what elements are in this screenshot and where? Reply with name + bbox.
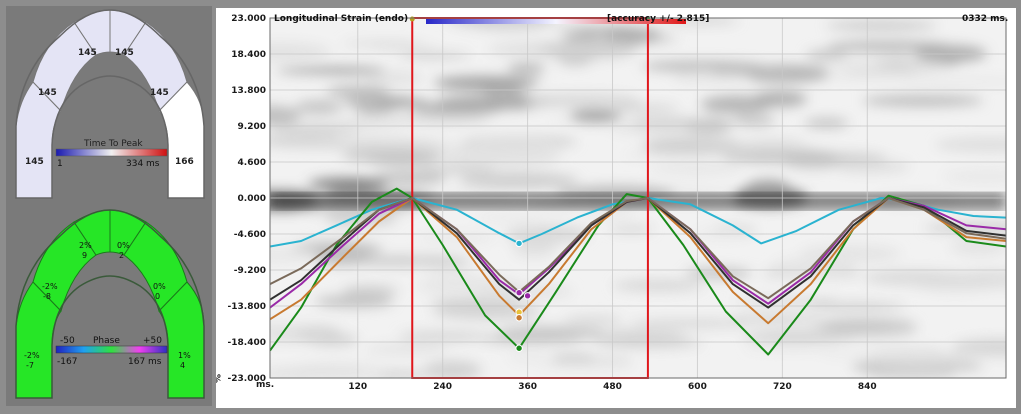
x-unit-label: ms. [256,380,274,390]
x-tick-label-2: 360 [518,382,537,392]
peak-marker-5 [523,292,532,300]
peak-marker-1 [515,288,523,297]
ttp-value-mid-right: 145 [150,88,169,98]
time-to-peak-map[interactable]: 145 145 145 145 145 166 Time To Peak 1 3… [0,0,216,414]
phase-value-apical-left-bottom: 9 [82,251,87,260]
phase-legend-max: 167 ms [128,357,162,367]
y-tick-label-0: 23.000 [231,14,266,24]
phase-value-mid-left-top: -2% [42,282,58,291]
ttp-legend-max: 334 ms [126,159,160,169]
y-tick-label-9: -18.400 [228,338,266,348]
y-tick-label-5: 0.000 [238,194,266,204]
ttp-value-apical-left: 145 [78,48,97,58]
time-readout: 0332 ms. [962,14,1008,24]
phase-value-basal-right-top: 1% [178,351,191,360]
phase-legend-bar [55,345,168,354]
y-tick-label-1: 18.400 [231,50,266,60]
selection-handle-left[interactable] [409,16,415,22]
phase-value-basal-left-top: -2% [24,351,40,360]
phase-value-apical-right-top: 0% [117,241,130,250]
x-tick-label-4: 600 [688,382,707,392]
y-tick-label-4: 4.600 [238,158,266,168]
y-tick-label-3: 9.200 [238,122,266,132]
strain-plot[interactable]: 23.000 18.400 13.800 9.200 4.600 0.000 -4.600 -… [216,8,1016,408]
x-tick-label-6: 840 [858,382,877,392]
phase-segments[interactable] [15,209,205,399]
ttp-value-mid-left: 145 [38,88,57,98]
accuracy-label: [accuracy +/- 2.815] [607,14,709,24]
phase-value-basal-left-bottom: -7 [26,361,34,370]
peak-marker-3 [515,314,523,322]
phase-value-apical-right-bottom: 2 [119,251,124,260]
x-tick-label-1: 240 [433,382,452,392]
phase-legend-title: Phase [93,336,120,346]
phase-legend-min-top: -50 [60,336,75,346]
ttp-legend-bar [55,148,168,157]
x-tick-label-0: 120 [348,382,367,392]
phase-value-mid-right-bottom: 0 [155,292,160,301]
phase-value-basal-right-bottom: 4 [180,361,185,370]
peak-marker-4 [515,344,523,352]
strain-analysis-window: 145 145 145 145 145 166 Time To Peak 1 3… [0,0,1021,414]
phase-legend-max-top: +50 [143,336,162,346]
ttp-legend-title: Time To Peak [83,139,143,149]
phase-value-mid-right-top: 0% [153,282,166,291]
x-tick-label-3: 480 [603,382,622,392]
y-tick-label-2: 13.800 [231,86,266,96]
y-tick-label-6: -4.600 [234,230,266,240]
phase-legend-min: -167 [57,357,77,367]
y-tick-label-8: -13.800 [228,302,266,312]
ttp-segments[interactable] [15,9,205,199]
peak-marker-0 [515,239,523,248]
x-tick-label-5: 720 [773,382,792,392]
phase-value-apical-left-top: 2% [79,241,92,250]
plot-title: Longitudinal Strain (endo) [274,14,408,24]
ttp-legend-min: 1 [57,159,63,169]
ttp-value-basal-left: 145 [25,157,44,167]
y-tick-label-7: -9.200 [234,266,266,276]
strain-mmode-background [270,18,1006,378]
ttp-value-apical-right: 145 [115,48,134,58]
y-unit-label: % [216,374,221,383]
phase-value-mid-left-bottom: -8 [43,292,51,301]
ttp-value-basal-right: 166 [175,157,194,167]
